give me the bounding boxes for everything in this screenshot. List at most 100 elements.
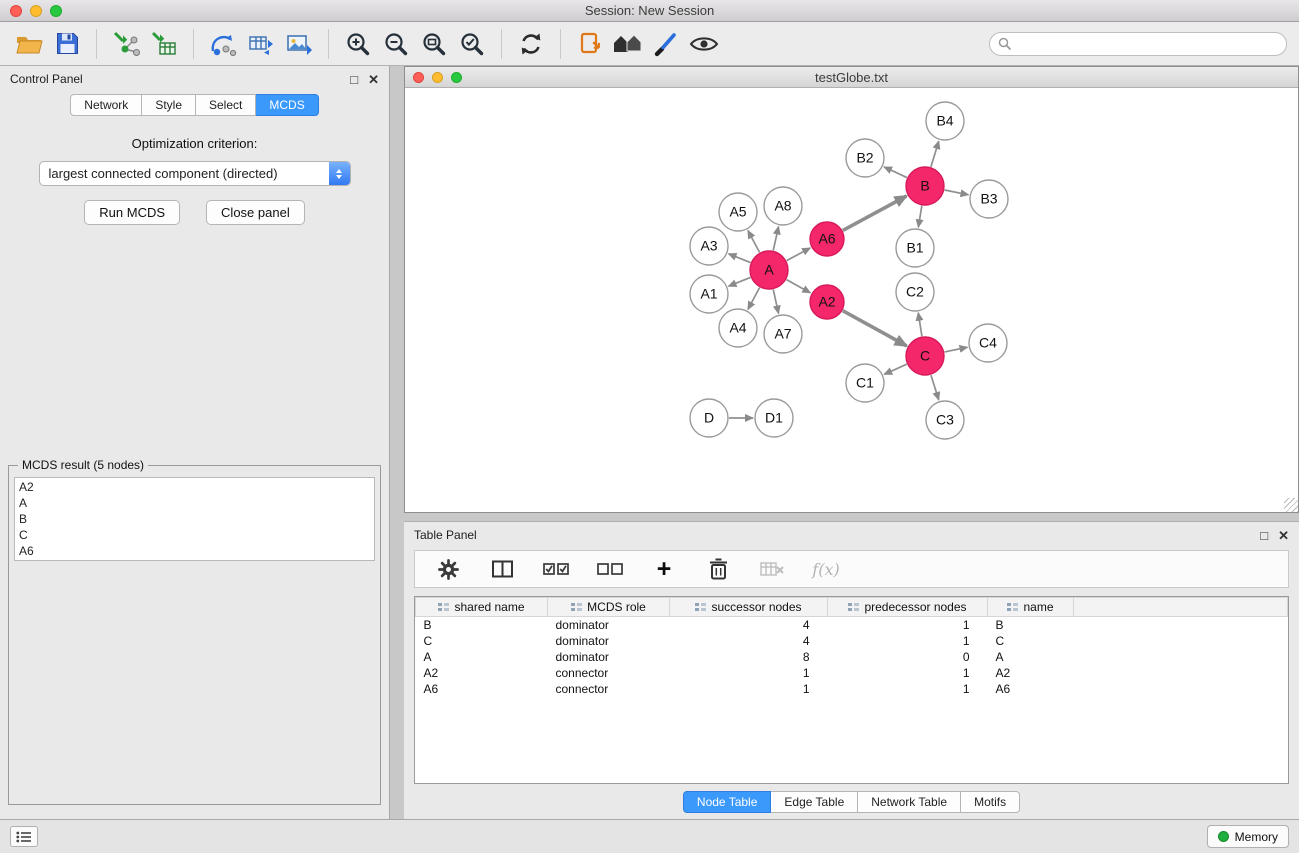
network-node-C[interactable]: C bbox=[906, 337, 944, 375]
table-row[interactable]: Bdominator41B bbox=[416, 617, 1288, 633]
network-minimize-button[interactable] bbox=[432, 72, 443, 83]
edge-A-A8[interactable] bbox=[773, 227, 778, 251]
graphics-details-button[interactable] bbox=[649, 27, 683, 61]
tab-network[interactable]: Network bbox=[70, 94, 142, 116]
network-node-B[interactable]: B bbox=[906, 167, 944, 205]
mcds-result-item[interactable]: C bbox=[19, 527, 370, 543]
column-header-successor-nodes[interactable]: successor nodes bbox=[670, 598, 828, 617]
cell[interactable]: 1 bbox=[828, 665, 988, 681]
network-node-A[interactable]: A bbox=[750, 251, 788, 289]
column-header-name[interactable]: name bbox=[988, 598, 1074, 617]
table-row[interactable]: A2connector11A2 bbox=[416, 665, 1288, 681]
cell[interactable]: 1 bbox=[828, 633, 988, 649]
refresh-button[interactable] bbox=[514, 27, 548, 61]
tab-network-table[interactable]: Network Table bbox=[858, 791, 961, 813]
network-node-B1[interactable]: B1 bbox=[896, 229, 934, 267]
edge-A-A1[interactable] bbox=[728, 277, 750, 286]
edge-C-C1[interactable] bbox=[884, 364, 907, 374]
network-node-A4[interactable]: A4 bbox=[719, 309, 757, 347]
tab-edge-table[interactable]: Edge Table bbox=[771, 791, 858, 813]
edge-A-A3[interactable] bbox=[728, 254, 750, 263]
snapshot-button[interactable] bbox=[573, 27, 607, 61]
edge-C-C3[interactable] bbox=[931, 375, 939, 400]
cell[interactable]: 8 bbox=[670, 649, 828, 665]
resize-grip[interactable] bbox=[1284, 498, 1298, 512]
cell[interactable]: 4 bbox=[670, 617, 828, 633]
zoom-selected-button[interactable] bbox=[455, 27, 489, 61]
cell[interactable]: A6 bbox=[416, 681, 548, 697]
tab-select[interactable]: Select bbox=[196, 94, 256, 116]
node-table[interactable]: shared nameMCDS rolesuccessor nodesprede… bbox=[414, 596, 1289, 784]
network-node-A5[interactable]: A5 bbox=[719, 193, 757, 231]
close-window-button[interactable] bbox=[10, 5, 22, 17]
tab-style[interactable]: Style bbox=[142, 94, 196, 116]
edge-A-A4[interactable] bbox=[748, 288, 760, 310]
cell[interactable]: C bbox=[416, 633, 548, 649]
close-table-panel-icon[interactable]: ✕ bbox=[1278, 529, 1289, 542]
mcds-result-item[interactable]: B bbox=[19, 511, 370, 527]
column-header-predecessor-nodes[interactable]: predecessor nodes bbox=[828, 598, 988, 617]
edge-C-C2[interactable] bbox=[918, 313, 922, 336]
column-header-shared-name[interactable]: shared name bbox=[416, 598, 548, 617]
import-table-button[interactable] bbox=[147, 27, 181, 61]
network-node-D[interactable]: D bbox=[690, 399, 728, 437]
tab-mcds[interactable]: MCDS bbox=[256, 94, 318, 116]
cell[interactable]: A bbox=[988, 649, 1074, 665]
import-network-button[interactable] bbox=[109, 27, 143, 61]
memory-button[interactable]: Memory bbox=[1207, 825, 1289, 848]
cell[interactable]: B bbox=[988, 617, 1074, 633]
edge-A-A7[interactable] bbox=[773, 290, 778, 314]
edge-B-B2[interactable] bbox=[884, 167, 907, 178]
cell[interactable]: 1 bbox=[828, 681, 988, 697]
task-history-button[interactable] bbox=[10, 826, 38, 847]
network-graph[interactable]: ABCA2A6A1A3A4A5A7A8B1B2B3B4C1C2C3C4DD1 bbox=[405, 88, 1298, 512]
delete-column-button[interactable] bbox=[701, 552, 735, 586]
edge-A-A6[interactable] bbox=[787, 248, 811, 261]
network-node-C4[interactable]: C4 bbox=[969, 324, 1007, 362]
table-row[interactable]: Cdominator41C bbox=[416, 633, 1288, 649]
mcds-result-list[interactable]: A2ABCA6 bbox=[14, 477, 375, 561]
table-settings-button[interactable] bbox=[431, 552, 465, 586]
network-node-A2[interactable]: A2 bbox=[810, 285, 844, 319]
cell[interactable]: connector bbox=[548, 681, 670, 697]
cell[interactable]: 4 bbox=[670, 633, 828, 649]
cell[interactable]: connector bbox=[548, 665, 670, 681]
close-panel-button[interactable]: Close panel bbox=[206, 200, 305, 225]
cell[interactable]: C bbox=[988, 633, 1074, 649]
mcds-result-item[interactable]: A2 bbox=[19, 479, 370, 495]
cell[interactable]: 1 bbox=[670, 681, 828, 697]
mcds-result-item[interactable]: A bbox=[19, 495, 370, 511]
network-node-A1[interactable]: A1 bbox=[690, 275, 728, 313]
mcds-result-item[interactable]: A6 bbox=[19, 543, 370, 559]
select-all-button[interactable] bbox=[539, 552, 573, 586]
zoom-in-button[interactable] bbox=[341, 27, 375, 61]
network-node-C2[interactable]: C2 bbox=[896, 273, 934, 311]
cell[interactable]: 1 bbox=[828, 617, 988, 633]
function-builder-button[interactable]: f(x) bbox=[809, 552, 843, 586]
network-node-C1[interactable]: C1 bbox=[846, 364, 884, 402]
cell[interactable]: A2 bbox=[416, 665, 548, 681]
close-panel-icon[interactable]: ✕ bbox=[368, 73, 379, 86]
show-columns-button[interactable] bbox=[485, 552, 519, 586]
table-row[interactable]: Adominator80A bbox=[416, 649, 1288, 665]
table-row[interactable]: A6connector11A6 bbox=[416, 681, 1288, 697]
show-hide-button[interactable] bbox=[687, 27, 721, 61]
open-session-button[interactable] bbox=[12, 27, 46, 61]
cell[interactable]: A6 bbox=[988, 681, 1074, 697]
first-neighbors-button[interactable] bbox=[611, 27, 645, 61]
edge-A6-B[interactable] bbox=[843, 196, 907, 230]
edge-B-B3[interactable] bbox=[945, 190, 969, 195]
criterion-dropdown[interactable]: largest connected component (directed) bbox=[39, 161, 351, 186]
network-node-A8[interactable]: A8 bbox=[764, 187, 802, 225]
deselect-all-button[interactable] bbox=[593, 552, 627, 586]
add-column-button[interactable]: + bbox=[647, 552, 681, 586]
zoom-window-button[interactable] bbox=[50, 5, 62, 17]
save-session-button[interactable] bbox=[50, 27, 84, 61]
network-node-B4[interactable]: B4 bbox=[926, 102, 964, 140]
zoom-fit-button[interactable] bbox=[417, 27, 451, 61]
edge-A2-C[interactable] bbox=[843, 311, 907, 346]
edge-B-B4[interactable] bbox=[931, 141, 939, 167]
network-canvas[interactable]: ABCA2A6A1A3A4A5A7A8B1B2B3B4C1C2C3C4DD1 bbox=[405, 88, 1298, 512]
edge-A-A2[interactable] bbox=[787, 280, 811, 293]
tab-motifs[interactable]: Motifs bbox=[961, 791, 1020, 813]
